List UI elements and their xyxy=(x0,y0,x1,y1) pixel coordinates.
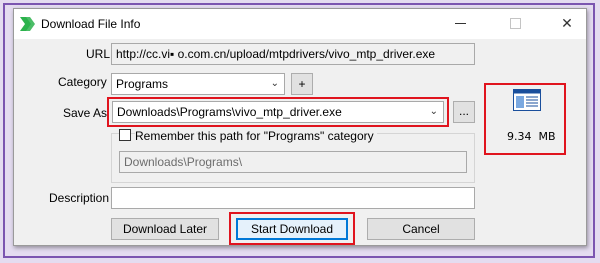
file-size: 9.34 MB xyxy=(507,130,556,143)
minimize-button[interactable] xyxy=(446,12,476,34)
window-title: Download File Info xyxy=(41,17,141,31)
save-as-combobox[interactable]: Downloads\Programs\vivo_mtp_driver.exe ⌄ xyxy=(112,101,444,123)
title-bar[interactable]: Download File Info ✕ xyxy=(14,9,586,39)
maximize-button[interactable] xyxy=(500,12,530,34)
url-label: URL xyxy=(86,47,111,61)
file-type-icon xyxy=(513,89,541,111)
close-icon: ✕ xyxy=(561,15,573,31)
chevron-down-icon: ⌄ xyxy=(429,106,438,117)
app-icon xyxy=(20,17,35,31)
category-value: Programs xyxy=(116,77,169,91)
cancel-button[interactable]: Cancel xyxy=(367,218,475,240)
browse-button[interactable]: ... xyxy=(453,101,475,123)
remember-path-field: Downloads\Programs\ xyxy=(119,151,467,173)
chevron-down-icon: ⌄ xyxy=(270,78,279,89)
category-label: Category xyxy=(58,75,107,89)
category-dropdown[interactable]: Programs ⌄ xyxy=(111,73,285,95)
close-button[interactable]: ✕ xyxy=(552,12,582,34)
description-label: Description xyxy=(49,191,110,205)
add-category-button[interactable]: + xyxy=(291,73,313,95)
remember-path-label[interactable]: Remember this path for "Programs" catego… xyxy=(135,129,377,143)
download-later-button[interactable]: Download Later xyxy=(111,218,219,240)
download-file-info-dialog: Download File Info ✕ URL http://cc.vi▪ o… xyxy=(13,8,587,246)
remember-path-checkbox[interactable] xyxy=(119,129,131,141)
save-as-value: Downloads\Programs\vivo_mtp_driver.exe xyxy=(117,105,342,119)
start-download-button[interactable]: Start Download xyxy=(236,218,348,240)
description-input[interactable] xyxy=(111,187,475,209)
url-field[interactable]: http://cc.vi▪ o.com.cn/upload/mtpdrivers… xyxy=(111,43,475,65)
save-as-label: Save As xyxy=(63,106,108,120)
